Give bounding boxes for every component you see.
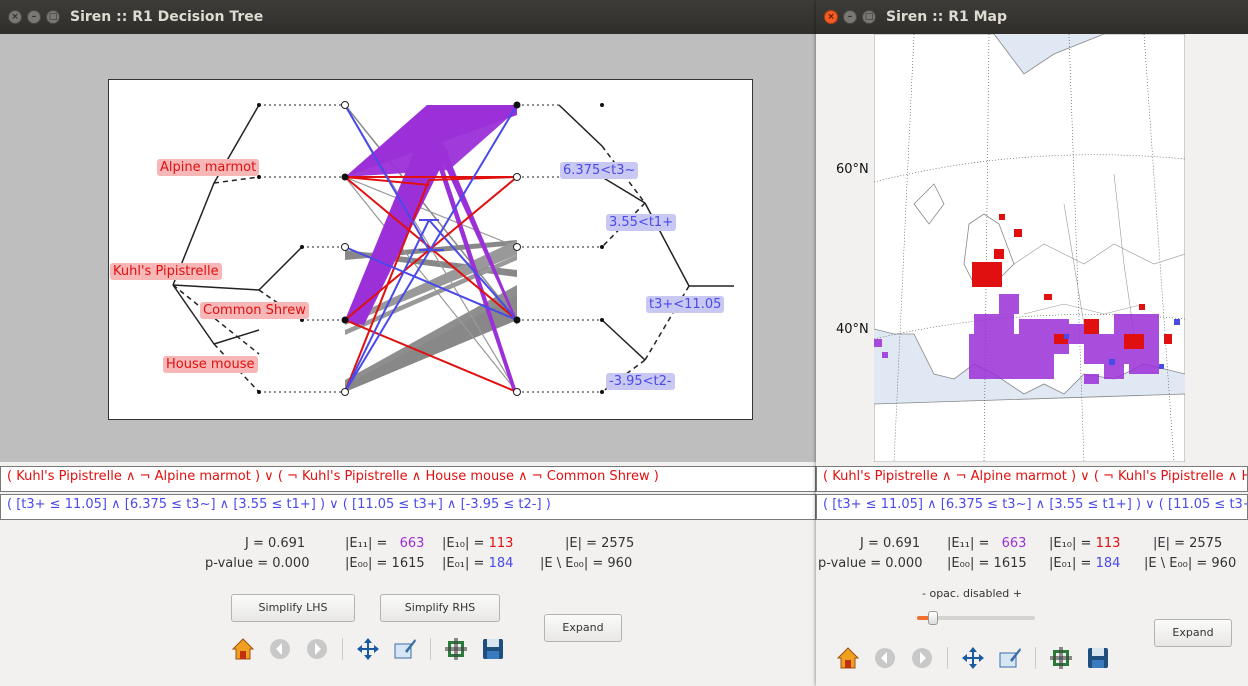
toolbar-separator: [430, 638, 431, 660]
rhs-node-label[interactable]: 6.375<t3~: [560, 162, 639, 179]
rhs-query-field[interactable]: ( [t3+ ≤ 11.05] ∧ [6.375 ≤ t3~] ∧ [3.55 …: [0, 494, 816, 520]
e11-value: 663: [399, 536, 425, 551]
rhs-tree: [558, 104, 734, 393]
zoom-icon[interactable]: [393, 637, 417, 661]
latitude-label: 40°N: [836, 322, 869, 337]
e-minus-e00-value: |E \ E₀₀| = 960: [1144, 556, 1237, 571]
plot-toolbar: [836, 646, 1123, 670]
e10-stat: |E₁₀| = 113: [442, 536, 513, 551]
slider-thumb[interactable]: [928, 611, 938, 625]
toolbar-separator: [1035, 647, 1036, 669]
decision-tree-window: × – □ Siren :: R1 Decision Tree Alpine m…: [0, 0, 816, 686]
e11-label: |E₁₁| =: [345, 536, 388, 551]
minimize-window-button[interactable]: –: [27, 10, 41, 24]
window-title: Siren :: R1 Map: [886, 9, 1007, 25]
stats-panel: J = 0.691 p-value = 0.000 |E₁₁| = 663 |E…: [0, 536, 816, 576]
map-canvas[interactable]: [874, 34, 1185, 462]
save-icon[interactable]: [1086, 646, 1110, 670]
e10-value: 113: [1095, 536, 1121, 551]
lhs-node-label[interactable]: Common Shrew: [200, 302, 309, 319]
e10-value: 113: [488, 536, 514, 551]
e01-stat: |E₀₁| = 184: [1049, 556, 1120, 571]
e11-value: 663: [1001, 536, 1027, 551]
e10-stat: |E₁₀| = 113: [1049, 536, 1120, 551]
pvalue-value: p-value = 0.000: [205, 556, 310, 571]
pvalue-value: p-value = 0.000: [818, 556, 923, 571]
configure-icon[interactable]: [1049, 646, 1073, 670]
lhs-node-label[interactable]: House mouse: [163, 356, 258, 373]
e10-label: |E₁₀| =: [442, 536, 485, 551]
toolbar-separator: [342, 638, 343, 660]
e01-value: 184: [1095, 556, 1121, 571]
opacity-label: - opac. disabled +: [922, 587, 1022, 600]
expand-button[interactable]: Expand: [544, 614, 622, 642]
configure-icon[interactable]: [444, 637, 468, 661]
window-title: Siren :: R1 Decision Tree: [70, 9, 264, 25]
back-icon[interactable]: [873, 646, 897, 670]
toolbar-separator: [947, 647, 948, 669]
opacity-slider[interactable]: [917, 611, 1035, 625]
rhs-leaf-lines: [517, 104, 602, 393]
lhs-node-label[interactable]: Alpine marmot: [157, 159, 260, 176]
e11-stat: |E₁₁| = 663: [947, 536, 1026, 551]
forward-icon[interactable]: [305, 637, 329, 661]
e-value: |E| = 2575: [565, 536, 635, 551]
close-window-button[interactable]: ×: [8, 10, 22, 24]
e00-value: |E₀₀| = 1615: [947, 556, 1027, 571]
home-icon[interactable]: [836, 646, 860, 670]
e00-value: |E₀₀| = 1615: [345, 556, 425, 571]
rhs-node-label[interactable]: -3.95<t2-: [606, 373, 675, 390]
simplify-lhs-button[interactable]: Simplify LHS: [231, 594, 355, 622]
e01-label: |E₀₁| =: [1049, 556, 1092, 571]
stats-panel: J = 0.691 p-value = 0.000 |E₁₁| = 663 |E…: [816, 536, 1248, 576]
expand-button[interactable]: Expand: [1154, 619, 1232, 647]
rhs-node-label[interactable]: t3+<11.05: [646, 296, 725, 313]
e01-label: |E₀₁| =: [442, 556, 485, 571]
e01-stat: |E₀₁| = 184: [442, 556, 513, 571]
rhs-query-field[interactable]: ( [t3+ ≤ 11.05] ∧ [6.375 ≤ t3~] ∧ [3.55 …: [816, 494, 1248, 520]
back-icon[interactable]: [268, 637, 292, 661]
forward-icon[interactable]: [910, 646, 934, 670]
flow-bands: [344, 104, 518, 393]
minimize-window-button[interactable]: –: [843, 10, 857, 24]
e-minus-e00-value: |E \ E₀₀| = 960: [540, 556, 633, 571]
map-svg: [874, 34, 1185, 462]
decision-tree-canvas[interactable]: Alpine marmot Kuhl's Pipistrelle Common …: [108, 79, 753, 420]
maximize-window-button[interactable]: □: [46, 10, 60, 24]
jaccard-value: J = 0.691: [245, 536, 306, 551]
e10-label: |E₁₀| =: [1049, 536, 1092, 551]
rhs-node-label[interactable]: 3.55<t1+: [606, 214, 677, 231]
jaccard-value: J = 0.691: [860, 536, 921, 551]
map-window: × – □ Siren :: R1 Map 60°N 40°N (Kuhl's…: [816, 0, 1248, 686]
lhs-query-field[interactable]: ( Kuhl's Pipistrelle ∧ ¬ Alpine marmot )…: [0, 466, 816, 492]
plot-area: Alpine marmot Kuhl's Pipistrelle Common …: [0, 34, 816, 462]
pan-icon[interactable]: [961, 646, 985, 670]
e01-value: 184: [488, 556, 514, 571]
lhs-node-label[interactable]: Kuhl's Pipistrelle: [110, 263, 222, 280]
window-titlebar[interactable]: × – □ Siren :: R1 Map: [816, 0, 1248, 34]
simplify-rhs-button[interactable]: Simplify RHS: [380, 594, 500, 622]
close-window-button[interactable]: ×: [824, 10, 838, 24]
window-titlebar[interactable]: × – □ Siren :: R1 Decision Tree: [0, 0, 816, 34]
lhs-tree: [172, 104, 303, 393]
lhs-query-field[interactable]: ( Kuhl's Pipistrelle ∧ ¬ Alpine marmot )…: [816, 466, 1248, 492]
latitude-label: 60°N: [836, 162, 869, 177]
e-value: |E| = 2575: [1153, 536, 1223, 551]
save-icon[interactable]: [481, 637, 505, 661]
pan-icon[interactable]: [356, 637, 380, 661]
e11-stat: |E₁₁| = 663: [345, 536, 424, 551]
maximize-window-button[interactable]: □: [862, 10, 876, 24]
home-icon[interactable]: [231, 637, 255, 661]
e11-label: |E₁₁| =: [947, 536, 990, 551]
plot-toolbar: [231, 637, 518, 661]
zoom-icon[interactable]: [998, 646, 1022, 670]
